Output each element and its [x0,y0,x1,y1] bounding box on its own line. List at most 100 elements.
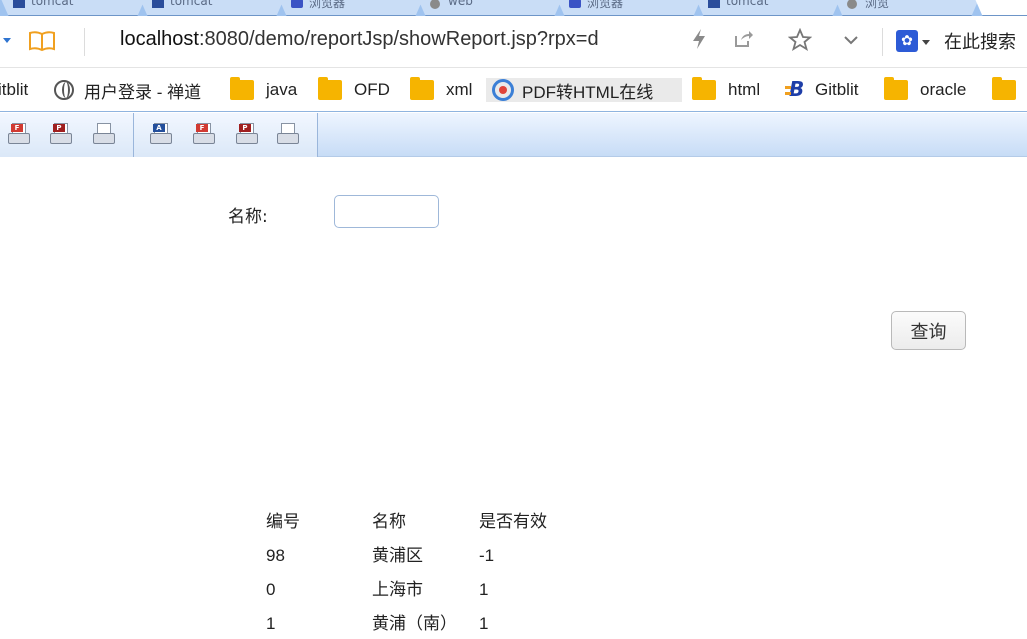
bookmark-item[interactable]: oracle [884,77,967,102]
bookmark-label: html [728,80,761,99]
bookmark-label: oracle [920,80,967,99]
flash-print-icon: F [11,124,23,132]
bookmark-label: java [266,80,298,99]
table-cell: 黄浦（南） [372,614,457,633]
globe-icon [847,0,857,9]
folder-icon [318,77,342,100]
printer-icon [236,133,258,144]
tab-strip: tomcat tomcat 浏览器 web 浏览器 tomcat 浏览 [0,0,1027,16]
table-cell: 98 [266,546,285,565]
table-cell: 1 [266,614,276,633]
url-path: :8080/demo/reportJsp/showReport.jsp?rpx=… [198,28,599,50]
globe-icon [54,80,74,100]
folder-icon [884,77,908,100]
table-cell: -1 [479,546,495,565]
tab-title: web [448,0,473,8]
name-label: 名称: [228,207,268,227]
share-icon[interactable] [730,28,756,54]
college-icon [708,0,720,8]
folder-icon [992,77,1016,100]
printer-icon [277,133,299,144]
bookmark-item[interactable]: html [692,77,761,102]
flash-export-icon: F [196,124,208,132]
address-bar: localhost:8080/demo/reportJsp/showReport… [0,16,1027,68]
column-header: 编号 [266,512,300,531]
export-group: A F P [134,113,318,157]
baidu-paw-icon[interactable]: ✿ [896,30,918,52]
browser-tab[interactable]: web [415,0,565,16]
export-pdf-button[interactable]: P [235,123,259,147]
table-cell: 1 [479,614,489,633]
folder-icon [230,77,254,100]
tab-title: 浏览 [865,0,890,10]
bookmark-item[interactable]: java [230,77,298,102]
browser-tab[interactable]: 浏览器 [554,0,704,16]
browser-tab[interactable]: 浏览器 [276,0,426,16]
printer-icon [193,133,215,144]
caret-down-icon[interactable] [3,38,11,43]
url-host: localhost [120,28,199,50]
print-button[interactable] [92,123,116,147]
name-input[interactable] [334,195,439,228]
bookmark-label: xml [446,80,473,99]
browser-tab[interactable]: tomcat [0,0,148,16]
tab-title: 浏览器 [587,0,624,10]
printer-icon [50,133,72,144]
export-print-button[interactable] [276,123,300,147]
report-toolbar: F P A F P [0,113,1027,157]
bookmark-item[interactable]: PDF转HTML在线 [486,78,682,102]
bookmark-item[interactable] [992,77,1027,102]
column-header: 名称 [372,512,406,531]
bookmark-item[interactable]: 用户登录 - 禅道 [54,78,201,102]
caret-down-icon[interactable] [922,40,930,45]
query-button[interactable]: 查询 [891,311,966,350]
browser-tab-active[interactable] [972,0,1027,16]
pdf-tool-icon [492,79,514,101]
divider [84,28,85,56]
print-pdf-button[interactable]: P [49,123,73,147]
column-header: 是否有效 [479,512,547,531]
bookmark-item[interactable]: OFD [318,77,390,102]
cn-blog-icon [291,0,303,8]
star-icon[interactable] [787,27,813,54]
reading-mode-icon[interactable] [28,30,56,52]
folder-icon [692,77,716,100]
export-excel-button[interactable]: A [149,123,173,147]
bookmark-item[interactable]: xml [410,77,473,102]
table-cell: 上海市 [372,580,423,599]
tab-title: tomcat [31,0,74,8]
search-engine-label[interactable]: 在此搜索 [944,28,1016,54]
bookmark-item[interactable]: Gitblit [785,77,859,102]
url-field[interactable]: localhost:8080/demo/reportJsp/showReport… [120,28,599,51]
browser-tab[interactable]: tomcat [137,0,287,16]
tab-title: tomcat [726,0,769,8]
printer-icon [93,133,115,144]
table-cell: 0 [266,580,276,599]
tab-title: 浏览器 [309,0,346,10]
gitblit-icon [785,77,807,101]
tab-title: tomcat [170,0,213,8]
globe-icon [430,0,440,9]
bookmark-label: PDF转HTML在线 [522,82,654,102]
printer-icon [8,133,30,144]
browser-tab[interactable]: tomcat [693,0,843,16]
pdf-export-icon: P [239,124,251,132]
lightning-icon[interactable] [686,28,712,54]
pdf-print-icon: P [53,124,65,132]
bookmarks-bar: itblit 用户登录 - 禅道 java OFD xml PDF转HTML在线… [0,68,1027,112]
print-group: F P [0,113,134,157]
bookmark-label: OFD [354,80,390,99]
divider [882,28,883,56]
browser-tab[interactable]: 浏览 [832,0,982,16]
bookmark-item[interactable]: itblit [0,78,28,102]
table-cell: 1 [479,580,489,599]
bookmark-label: Gitblit [815,80,859,99]
export-flash-button[interactable]: F [192,123,216,147]
bookmark-label: 用户登录 - 禅道 [84,82,202,102]
college-icon [13,0,25,8]
chevron-down-icon[interactable] [838,28,864,54]
bookmark-label: itblit [0,80,29,99]
table-cell: 黄浦区 [372,546,423,565]
cn-blog-icon [569,0,581,8]
print-flash-button[interactable]: F [7,123,31,147]
